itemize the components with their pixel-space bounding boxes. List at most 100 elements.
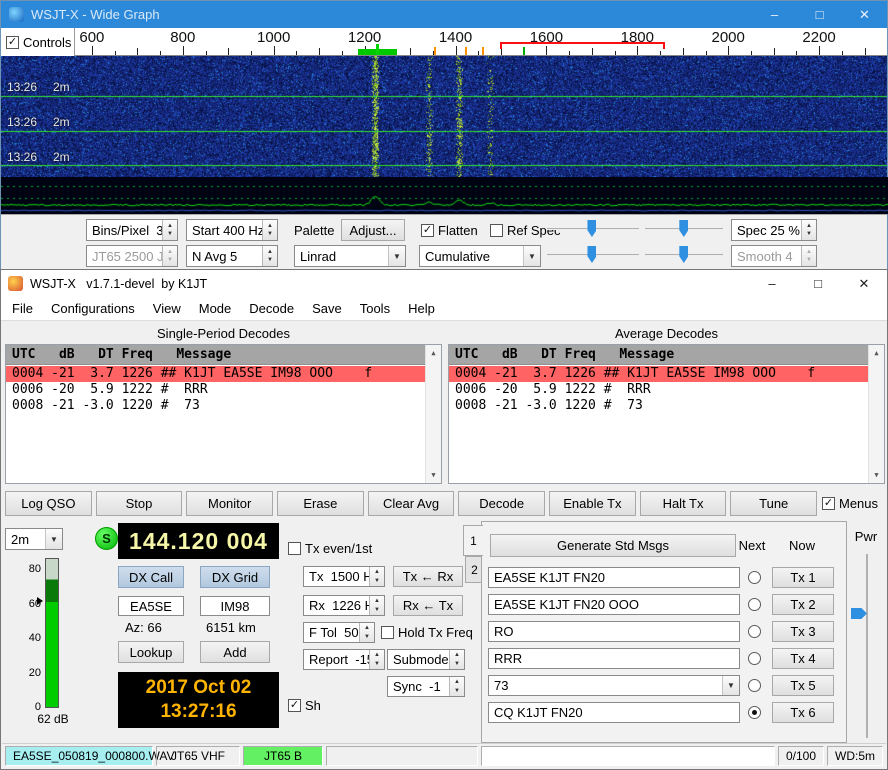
jt65-jt9-split-spinner[interactable]: JT65 2500 JT9 ▲▼	[86, 245, 178, 267]
menu-help[interactable]: Help	[399, 297, 444, 320]
scroll-down-icon[interactable]: ▼	[869, 471, 884, 479]
close-button[interactable]: ✕	[841, 270, 887, 297]
tx-next-radio[interactable]	[748, 625, 761, 638]
n-avg-spinner[interactable]: N Avg 5 ▲▼	[186, 245, 278, 267]
adjust-palette-button[interactable]: Adjust...	[341, 219, 405, 241]
f-tol-spinner[interactable]: F Tol 50 ▲▼	[303, 622, 375, 643]
main-titlebar[interactable]: WSJT-X v1.7.1-devel by K1JT – □ ✕	[1, 270, 887, 297]
generate-std-msgs-button[interactable]: Generate Std Msgs	[490, 534, 736, 557]
menu-save[interactable]: Save	[303, 297, 351, 320]
tx-1-button[interactable]: Tx 1	[772, 567, 834, 588]
menu-view[interactable]: View	[144, 297, 190, 320]
slider-thumb[interactable]	[587, 220, 596, 237]
report-spinner[interactable]: Report -15 ▲▼	[303, 649, 385, 670]
tx-next-radio[interactable]	[748, 598, 761, 611]
menu-decode[interactable]: Decode	[240, 297, 303, 320]
palette-select[interactable]: Linrad ▼	[294, 245, 406, 267]
tx-next-radio[interactable]	[748, 706, 761, 719]
tx-message-input[interactable]: EA5SE K1JT FN20 OOO	[488, 594, 740, 615]
tx-message-input[interactable]: CQ K1JT FN20	[488, 702, 740, 723]
tune-button[interactable]: Tune	[730, 491, 817, 516]
dx-grid-input[interactable]: IM98	[200, 596, 270, 616]
sh-checkbox[interactable]: Sh	[288, 698, 321, 713]
spectrum-zero-slider[interactable]	[645, 244, 723, 266]
halt-tx-button[interactable]: Halt Tx	[640, 491, 727, 516]
log-qso-button[interactable]: Log QSO	[5, 491, 92, 516]
tx-freq-spinner[interactable]: Tx 1500 Hz ▲▼	[303, 566, 385, 587]
slider-thumb[interactable]	[851, 608, 867, 619]
maximize-button[interactable]: □	[795, 270, 841, 297]
lookup-button[interactable]: Lookup	[118, 641, 184, 663]
tx-even-checkbox[interactable]: Tx even/1st	[288, 541, 372, 556]
menus-checkbox[interactable]: Menus	[822, 496, 878, 511]
start-freq-spinner[interactable]: Start 400 Hz ▲▼	[186, 219, 278, 241]
tx-3-button[interactable]: Tx 3	[772, 621, 834, 642]
spinner-arrows-icon[interactable]: ▲▼	[369, 650, 384, 669]
spinner-arrows-icon[interactable]: ▲▼	[262, 220, 277, 240]
decode-row[interactable]: 0004 -21 3.7 1226 ## K1JT EA5SE IM98 OOO…	[449, 366, 868, 382]
spectrum-type-select[interactable]: Cumulative ▼	[419, 245, 541, 267]
tx-2-button[interactable]: Tx 2	[772, 594, 834, 615]
spinner-arrows-icon[interactable]: ▲▼	[262, 246, 277, 266]
dx-grid-button[interactable]: DX Grid	[200, 566, 270, 588]
tx-message-combo[interactable]: 73▼	[488, 675, 740, 696]
rx-from-tx-button[interactable]: Rx ← Tx	[393, 595, 463, 616]
spinner-arrows-icon[interactable]: ▲▼	[801, 246, 816, 266]
spinner-arrows-icon[interactable]: ▲▼	[359, 623, 374, 642]
decode-button[interactable]: Decode	[458, 491, 545, 516]
dx-call-input[interactable]: EA5SE	[118, 596, 184, 616]
scroll-up-icon[interactable]: ▲	[426, 349, 441, 357]
smooth-spinner[interactable]: Smooth 4 ▲▼	[731, 245, 817, 267]
spinner-arrows-icon[interactable]: ▲▼	[449, 677, 464, 696]
bins-per-pixel-spinner[interactable]: Bins/Pixel 3 ▲▼	[86, 219, 178, 241]
maximize-button[interactable]: □	[797, 1, 842, 28]
spinner-arrows-icon[interactable]: ▲▼	[162, 246, 177, 266]
stop-button[interactable]: Stop	[96, 491, 183, 516]
pwr-slider[interactable]	[847, 550, 885, 742]
single-period-decodes[interactable]: UTC dB DT Freq Message 0004 -21 3.7 1226…	[5, 344, 442, 484]
dx-call-button[interactable]: DX Call	[118, 566, 184, 588]
controls-checkbox[interactable]: Controls	[1, 28, 75, 56]
scrollbar[interactable]: ▲▼	[868, 345, 884, 483]
spec-percent-spinner[interactable]: Spec 25 % ▲▼	[731, 219, 817, 241]
spectrum-gain-slider[interactable]	[547, 244, 639, 266]
spinner-arrows-icon[interactable]: ▲▼	[449, 650, 464, 669]
band-select[interactable]: 2m ▼	[5, 528, 63, 550]
tx-message-input[interactable]: RO	[488, 621, 740, 642]
scroll-down-icon[interactable]: ▼	[426, 471, 441, 479]
slider-thumb[interactable]	[587, 246, 596, 263]
add-button[interactable]: Add	[200, 641, 270, 663]
minimize-button[interactable]: –	[752, 1, 797, 28]
submode-spinner[interactable]: Submode B ▲▼	[387, 649, 465, 670]
waterfall-zero-slider[interactable]	[645, 218, 723, 240]
decode-row[interactable]: 0006 -20 5.9 1222 # RRR	[6, 382, 425, 398]
monitor-button[interactable]: Monitor	[186, 491, 273, 516]
flatten-checkbox[interactable]: Flatten	[421, 223, 478, 238]
sync-spinner[interactable]: Sync -1 ▲▼	[387, 676, 465, 697]
tx-next-radio[interactable]	[748, 679, 761, 692]
average-decodes[interactable]: UTC dB DT Freq Message 0004 -21 3.7 1226…	[448, 344, 885, 484]
tx-6-button[interactable]: Tx 6	[772, 702, 834, 723]
waterfall[interactable]: 13:262m13:262m13:262m	[1, 56, 887, 177]
tx-5-button[interactable]: Tx 5	[772, 675, 834, 696]
tx-message-input[interactable]: EA5SE K1JT FN20	[488, 567, 740, 588]
frequency-scale[interactable]: Controls 6008001000120014001600180020002…	[1, 28, 887, 56]
menu-configurations[interactable]: Configurations	[42, 297, 144, 320]
tab-1[interactable]: 1	[463, 525, 483, 556]
erase-button[interactable]: Erase	[277, 491, 364, 516]
tx-4-button[interactable]: Tx 4	[772, 648, 834, 669]
decode-row[interactable]: 0004 -21 3.7 1226 ## K1JT EA5SE IM98 OOO…	[6, 366, 425, 382]
spinner-arrows-icon[interactable]: ▲▼	[369, 567, 384, 586]
spinner-arrows-icon[interactable]: ▲▼	[162, 220, 177, 240]
spinner-arrows-icon[interactable]: ▲▼	[369, 596, 384, 615]
slider-thumb[interactable]	[679, 220, 688, 237]
close-button[interactable]: ✕	[842, 1, 887, 28]
tx-next-radio[interactable]	[748, 571, 761, 584]
slider-thumb[interactable]	[679, 246, 688, 263]
decode-row[interactable]: 0008 -21 -3.0 1220 # 73	[6, 398, 425, 414]
menu-file[interactable]: File	[3, 297, 42, 320]
menu-mode[interactable]: Mode	[190, 297, 241, 320]
spinner-arrows-icon[interactable]: ▲▼	[801, 220, 816, 240]
decode-row[interactable]: 0006 -20 5.9 1222 # RRR	[449, 382, 868, 398]
minimize-button[interactable]: –	[749, 270, 795, 297]
